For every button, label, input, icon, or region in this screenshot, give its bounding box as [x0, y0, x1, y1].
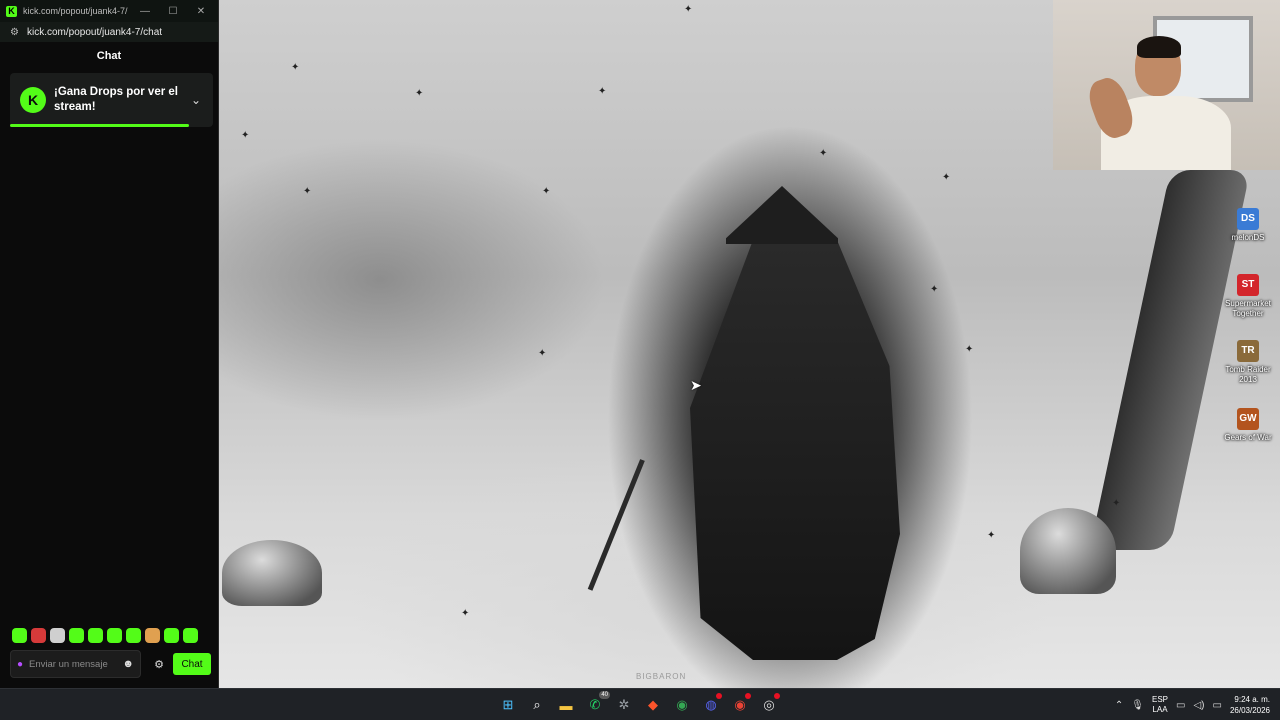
- site-info-icon[interactable]: ⚙: [10, 27, 19, 38]
- emote-bar: [12, 628, 198, 643]
- kick-favicon-icon: K: [6, 5, 17, 17]
- chat-input-row: ● Enviar un mensaje ☻ ⚙ Chat: [10, 650, 215, 678]
- mouse-cursor-icon: ➤: [690, 377, 702, 393]
- desktop-shortcut[interactable]: ST Supermarket Together: [1220, 274, 1276, 319]
- drops-progress-bar: [10, 124, 189, 127]
- bird: ✦: [461, 608, 470, 619]
- emote-button[interactable]: [50, 628, 65, 643]
- samurai-figure: [690, 240, 900, 660]
- whatsapp-icon[interactable]: ✆ 40: [583, 691, 610, 717]
- maximize-icon[interactable]: ☐: [162, 6, 184, 17]
- emoji-icon[interactable]: ☻: [122, 658, 134, 670]
- samurai-staff: [587, 459, 645, 591]
- clock[interactable]: 9:24 a. m. 26/03/2026: [1230, 694, 1270, 716]
- bird: ✦: [303, 186, 312, 197]
- kick-logo-icon: K: [20, 87, 46, 113]
- search-icon[interactable]: ⌕: [525, 693, 549, 717]
- clock-date: 26/03/2026: [1229, 706, 1270, 715]
- bird: ✦: [684, 4, 693, 15]
- brave-icon[interactable]: ◆: [641, 693, 665, 717]
- bird: ✦: [542, 186, 551, 197]
- rock-right: [1020, 508, 1116, 594]
- emote-button[interactable]: [31, 628, 46, 643]
- chevron-up-icon[interactable]: ⌃: [1115, 700, 1123, 711]
- emote-button[interactable]: [183, 628, 198, 643]
- chat-send-button[interactable]: Chat: [173, 653, 211, 675]
- minimize-icon[interactable]: —: [134, 6, 156, 17]
- chat-header: Chat: [96, 50, 122, 62]
- emote-button[interactable]: [126, 628, 141, 643]
- app-icon: ST: [1237, 274, 1259, 296]
- desktop-shortcut[interactable]: GW Gears of War: [1220, 408, 1276, 443]
- emote-button[interactable]: [88, 628, 103, 643]
- language-region: LAA: [1152, 705, 1168, 714]
- start-icon[interactable]: ⊞: [496, 693, 520, 717]
- emote-button[interactable]: [69, 628, 84, 643]
- chat-settings-icon[interactable]: ⚙: [151, 658, 167, 671]
- bird: ✦: [415, 88, 424, 99]
- url-text: kick.com/popout/juank4-7/chat: [26, 26, 163, 38]
- app-icon: TR: [1237, 340, 1259, 362]
- volume-icon[interactable]: ◁): [1193, 700, 1204, 711]
- notification-dot: [774, 693, 780, 699]
- chat-input-placeholder: Enviar un mensaje: [29, 658, 108, 670]
- obs-icon[interactable]: ◎: [757, 693, 781, 717]
- desktop-shortcut[interactable]: DS melonDS: [1220, 208, 1276, 243]
- drops-banner[interactable]: K ¡Gana Drops por ver el stream! ⌄: [10, 73, 213, 127]
- bird: ✦: [241, 130, 250, 141]
- emote-button[interactable]: [107, 628, 122, 643]
- app-icon: GW: [1237, 408, 1259, 430]
- bird: ✦: [819, 148, 828, 159]
- microphone-tray-icon[interactable]: 🎙: [1131, 700, 1144, 711]
- language-code: ESP: [1152, 695, 1169, 704]
- desktop-shortcut-label: Supermarket Together: [1225, 299, 1271, 318]
- bird: ✦: [291, 62, 300, 73]
- language-indicator[interactable]: ESP LAA: [1152, 695, 1168, 715]
- app-icon: DS: [1237, 208, 1259, 230]
- emote-button[interactable]: [145, 628, 160, 643]
- notification-dot: [745, 693, 751, 699]
- bird: ✦: [942, 172, 951, 183]
- chat-message-input[interactable]: ● Enviar un mensaje ☻: [10, 650, 141, 678]
- bird: ✦: [987, 530, 996, 541]
- chrome-profile-icon[interactable]: ◉: [728, 693, 752, 717]
- window-titlebar: K kick.com/popout/juank4-7/... — ☐ ✕: [0, 0, 218, 22]
- bird: ✦: [965, 344, 974, 355]
- desktop-shortcut-label: melonDS: [1231, 233, 1265, 242]
- bird: ✦: [930, 284, 939, 295]
- chevron-down-icon[interactable]: ⌄: [189, 93, 203, 107]
- discord-icon[interactable]: ◍: [699, 693, 723, 717]
- window-title: kick.com/popout/juank4-7/...: [23, 6, 128, 16]
- desktop-shortcut-label: Tomb Raider 2013: [1225, 365, 1271, 384]
- webcam-person-hair: [1137, 36, 1181, 58]
- file-explorer-icon[interactable]: ▬: [554, 693, 578, 717]
- notification-dot: [716, 693, 722, 699]
- bird: ✦: [538, 348, 547, 359]
- kick-chat-popout-window: K kick.com/popout/juank4-7/... — ☐ ✕ ⚙ k…: [0, 0, 219, 688]
- desktop-shortcut[interactable]: TR Tomb Raider 2013: [1220, 340, 1276, 385]
- microphone-icon[interactable]: ●: [17, 659, 23, 670]
- rock-left: [222, 540, 322, 606]
- wallpaper-watermark: BIGBARON: [636, 672, 687, 681]
- drops-banner-text: ¡Gana Drops por ver el stream!: [54, 86, 178, 113]
- bird: ✦: [598, 86, 607, 97]
- network-icon[interactable]: ▭: [1176, 700, 1185, 711]
- chrome-icon[interactable]: ◉: [670, 693, 694, 717]
- emote-button[interactable]: [12, 628, 27, 643]
- clock-time: 9:24 a. m.: [1234, 695, 1270, 704]
- samurai-hat: [726, 186, 838, 244]
- settings-app-icon[interactable]: ✲: [612, 693, 636, 717]
- emote-button[interactable]: [164, 628, 179, 643]
- webcam-overlay: [1053, 0, 1280, 170]
- system-tray: ⌃ 🎙 ESP LAA ▭ ◁) ▭ 9:24 a. m. 26/03/2026: [1115, 689, 1270, 720]
- address-bar[interactable]: ⚙ kick.com/popout/juank4-7/chat: [0, 22, 218, 42]
- desktop-shortcut-label: Gears of War: [1224, 433, 1272, 442]
- bird: ✦: [1112, 498, 1121, 509]
- notification-badge: 40: [599, 691, 610, 699]
- taskbar: ⊞ ⌕ ▬ ✆ 40 ✲ ◆ ◉ ◍ ◉ ◎ ⌃ 🎙 ESP LAA ▭ ◁) ▭ 9:24 a. …: [0, 688, 1280, 720]
- battery-icon[interactable]: ▭: [1213, 700, 1222, 711]
- close-icon[interactable]: ✕: [190, 6, 212, 17]
- taskbar-apps: ⊞ ⌕ ▬ ✆ 40 ✲ ◆ ◉ ◍ ◉ ◎: [496, 691, 781, 717]
